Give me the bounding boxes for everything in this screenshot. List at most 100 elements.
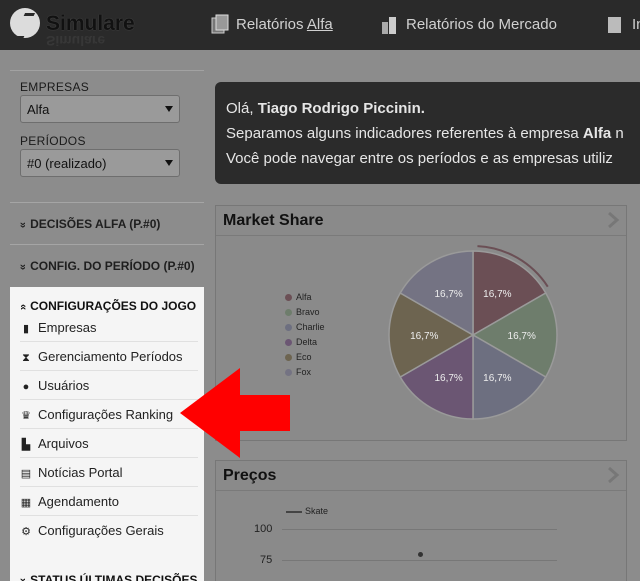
periodos-value: #0 (realizado) [27, 156, 107, 171]
greeting-text: Olá, [226, 100, 258, 117]
divider [10, 70, 204, 71]
legend-item[interactable]: Bravo [285, 307, 320, 317]
nav-relatorios-mercado[interactable]: Relatórios do Mercado [380, 14, 557, 36]
legend-label: Charlie [296, 322, 325, 332]
cogs-icon: ⚙ [21, 526, 31, 538]
periodos-label: PERÍODOS [20, 134, 86, 148]
menu-item-agendamento[interactable]: ▦ Agendamento [20, 487, 198, 516]
legend-dot [285, 294, 292, 302]
users-icon: ● [22, 381, 30, 393]
section-label: STATUS ÚLTIMAS DECISÕES [30, 573, 198, 581]
card-title: Market Share [223, 212, 324, 229]
pie-data-label: 16,7% [434, 289, 462, 300]
company-name: Alfa [582, 125, 612, 142]
market-icon [382, 17, 396, 34]
legend-line-icon [286, 510, 302, 513]
periodos-select[interactable]: #0 (realizado) [20, 149, 180, 177]
precos-card: Preços [215, 460, 627, 581]
menu-item-label: Usuários [38, 378, 90, 393]
menu-item-arquivos[interactable]: ▙ Arquivos [20, 429, 198, 458]
legend-item[interactable]: Charlie [285, 322, 325, 332]
nav-label-link: Alfa [306, 15, 333, 33]
menu-item-gerenciamento-periodos[interactable]: ⧗ Gerenciamento Períodos [20, 342, 198, 371]
building-icon: ▮ [22, 323, 30, 335]
caret-down-icon [165, 106, 173, 112]
card-title: Preços [223, 467, 277, 484]
welcome-line-3: Você pode navegar entre os períodos e as… [226, 150, 613, 167]
chevron-right-icon[interactable] [606, 466, 620, 484]
y-tick-label: 100 [254, 523, 273, 535]
menu-item-label: Notícias Portal [38, 465, 123, 480]
legend-item[interactable]: Alfa [285, 292, 312, 302]
chevron-up-icon: « [17, 303, 30, 311]
legend-label: Bravo [296, 307, 320, 317]
menu-item-usuarios[interactable]: ● Usuários [20, 371, 198, 400]
legend-dot [285, 324, 292, 332]
nav-more[interactable]: In [606, 14, 640, 36]
more-icon [608, 17, 621, 33]
empresas-label: EMPRESAS [20, 80, 90, 94]
gridline [282, 560, 557, 561]
intro-text-end: n [611, 125, 624, 142]
menu-item-label: Empresas [38, 320, 97, 335]
market-share-pie: 16,7% 16,7% 16,7% 16,7% 16,7% 16,7% [388, 245, 558, 420]
legend-dot [285, 339, 292, 347]
newspaper-icon: ▤ [20, 468, 32, 480]
empresas-value: Alfa [27, 102, 50, 117]
pie-data-label: 16,7% [410, 331, 438, 342]
section-decisoes-alfa[interactable]: «DECISÕES ALFA (P.#0) [10, 202, 204, 244]
section-config-periodo[interactable]: «CONFIG. DO PERÍODO (P.#0) [10, 244, 204, 286]
market-share-header[interactable]: Market Share [216, 206, 626, 236]
chevron-right-icon[interactable] [606, 211, 620, 229]
nav-label: Relatórios do Mercado [406, 15, 557, 33]
user-name: Tiago Rodrigo Piccinin. [257, 100, 425, 117]
hourglass-icon: ⧗ [22, 352, 30, 364]
menu-item-label: Configurações Gerais [38, 523, 164, 538]
menu-item-label: Arquivos [38, 436, 89, 451]
pie-data-label: 16,7% [434, 373, 462, 384]
file-icon: ▙ [21, 439, 31, 451]
menu-item-label: Gerenciamento Períodos [38, 349, 183, 364]
menu-item-configuracoes-ranking[interactable]: ♛ Configurações Ranking [20, 400, 198, 429]
section-label: DECISÕES ALFA (P.#0) [30, 217, 161, 231]
empresas-select[interactable]: Alfa [20, 95, 180, 123]
data-point [418, 552, 423, 557]
config-jogo-label: CONFIGURAÇÕES DO JOGO [30, 299, 197, 313]
legend-label: Delta [296, 337, 318, 347]
caret-down-icon [165, 160, 173, 166]
menu-item-empresas[interactable]: ▮ Empresas [20, 313, 198, 342]
menu-item-configuracoes-gerais[interactable]: ⚙ Configurações Gerais [20, 516, 198, 545]
legend-label: Eco [296, 352, 312, 362]
menu-item-noticias-portal[interactable]: ▤ Notícias Portal [20, 458, 198, 487]
section-label: CONFIG. DO PERÍODO (P.#0) [30, 259, 195, 273]
welcome-line-2: Separamos alguns indicadores referentes … [226, 121, 640, 146]
red-arrow-annotation [180, 368, 290, 458]
legend-item[interactable]: Eco [285, 352, 312, 362]
precos-legend-item[interactable]: Skate [286, 506, 328, 516]
top-navbar: Simulare Simulare Relatórios Alfa Relató… [0, 0, 640, 50]
precos-header[interactable]: Preços [216, 461, 626, 491]
chevron-double-icon: « [17, 263, 30, 271]
brand-reflection: Simulare [46, 33, 106, 49]
simulare-logo-icon[interactable] [10, 8, 40, 38]
menu-item-label: Agendamento [38, 494, 119, 509]
nav-label-prefix: Relatórios [236, 15, 307, 33]
trophy-icon: ♛ [21, 410, 31, 422]
calendar-icon: ▦ [20, 497, 32, 509]
pie-data-label: 16,7% [508, 331, 536, 342]
config-jogo-header[interactable]: «CONFIGURAÇÕES DO JOGO [17, 299, 197, 313]
legend-dot [285, 309, 292, 317]
chevron-double-icon: « [17, 221, 30, 229]
config-jogo-panel: «CONFIGURAÇÕES DO JOGO ▮ Empresas ⧗ Gerenc… [10, 287, 204, 581]
pie-data-label: 16,7% [483, 289, 511, 300]
legend-label: Alfa [296, 292, 312, 302]
legend-label: Fox [296, 367, 312, 377]
section-status-decisoes[interactable]: «STATUS ÚLTIMAS DECISÕES [17, 573, 198, 581]
nav-relatorios-alfa[interactable]: Relatórios Alfa [210, 14, 333, 36]
legend-dot [285, 354, 292, 362]
legend-item[interactable]: Delta [285, 337, 317, 347]
legend-label: Skate [305, 506, 329, 516]
welcome-panel: Olá, Tiago Rodrigo Piccinin. Separamos a… [215, 82, 640, 184]
intro-text: Separamos alguns indicadores referentes … [226, 125, 583, 142]
pie-data-label: 16,7% [483, 373, 511, 384]
